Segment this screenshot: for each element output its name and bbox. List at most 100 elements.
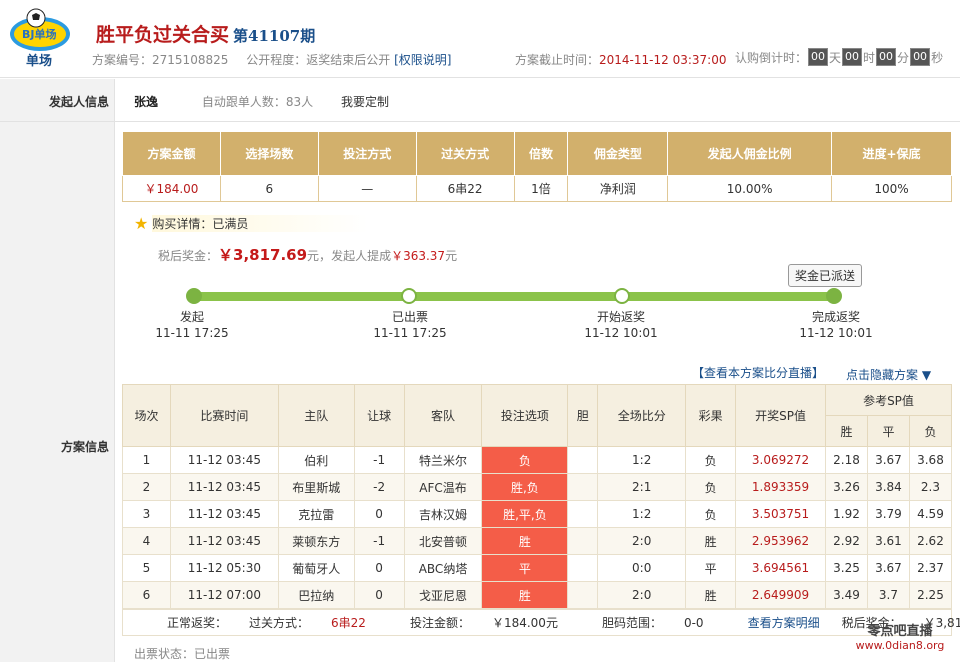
fat-value: 0-0 (683, 616, 704, 630)
banker (567, 473, 599, 501)
draw-sp: 2.953962 (735, 527, 826, 555)
progress-step-dot (614, 288, 630, 304)
commission-unit: 元 (445, 249, 458, 263)
match-no: 2 (122, 473, 171, 501)
full-score: 2:0 (597, 581, 687, 609)
summary-header: 进度+保底 (831, 131, 952, 176)
live-score-link[interactable]: 【查看本方案比分直播】 (692, 364, 824, 381)
result: 负 (685, 446, 737, 474)
plan-detail-link[interactable]: 查看方案明细 (748, 614, 820, 631)
match-no: 4 (122, 527, 171, 555)
buy-detail: ★ 购买详情：已满员 (134, 214, 369, 233)
prize-amount: ￥3,817.69 (218, 246, 308, 264)
ref-sp-lose: 2.3 (908, 473, 953, 501)
handicap: 0 (353, 581, 405, 609)
permission-link[interactable]: [权限说明] (394, 53, 451, 67)
custom-link[interactable]: 我要定制 (341, 95, 389, 109)
full-score: 2:1 (597, 473, 687, 501)
after-tax-prize: 税后奖金：￥3,817.69元，发起人提成￥363.37元 (158, 244, 457, 265)
table-row: 1 11-12 03:45 伯利 -1 特兰米尔负 1:2 负 3.069272 2.18 3.6… (122, 446, 953, 474)
countdown-hours: 00 (842, 48, 863, 66)
ref-sp-lose: 2.25 (908, 581, 953, 609)
public-value: 返奖结束后公开 (306, 53, 391, 67)
table-row: 3 11-12 03:45 克拉雷 0 吉林汉姆 胜,平,负 1:2 负 3.503751 1.9… (122, 500, 953, 528)
match-time: 11-12 03:45 (169, 500, 279, 528)
pass-method: 6串22 (415, 175, 515, 202)
fat-info: 胆码范围： 0-0 (602, 614, 726, 631)
detail-footer: 正常返奖： 过关方式： 6串22 投注金额： ￥184.00元 胆码范围： 0-0 查… (122, 609, 960, 636)
col-header: 比赛时间 (169, 384, 279, 447)
issue-number: 第41107期 (233, 27, 316, 45)
ref-sp-win: 1.92 (825, 500, 868, 528)
countdown-unit: 天 (829, 50, 842, 65)
home-team: 布里斯城 (277, 473, 355, 501)
ref-sp-win: 2.18 (825, 446, 868, 474)
step-time: 11-12 10:01 (584, 326, 658, 340)
result: 平 (685, 554, 737, 582)
bet-pick: 胜 (481, 581, 569, 609)
plan-no: 2715108825 (152, 53, 229, 67)
deadline-label: 方案截止时间： (515, 53, 600, 67)
match-count: 6 (219, 175, 319, 202)
col-header: 参考SP值 (825, 384, 952, 416)
summary-header-row: 方案金额 选择场数 投注方式 过关方式 倍数 佣金类型 发起人佣金比例 进度+保… (122, 131, 952, 176)
banker (567, 581, 599, 609)
step-time: 11-12 10:01 (799, 326, 873, 340)
ref-sp-draw: 3.61 (866, 527, 910, 555)
table-row: 4 11-12 03:45 莱顿东方 -1 北安普顿胜 2:0 胜 2.953962 2.92 3… (122, 527, 953, 555)
away-team: 特兰米尔 (403, 446, 483, 474)
draw-sp: 3.694561 (735, 554, 826, 582)
ref-sp-draw: 3.79 (866, 500, 910, 528)
draw-sp: 1.893359 (735, 473, 826, 501)
pass-value: 6串22 (331, 616, 366, 630)
match-time: 11-12 05:30 (169, 554, 279, 582)
countdown-unit: 秒 (931, 50, 944, 65)
buy-status: 已满员 (212, 217, 249, 231)
handicap: 0 (353, 554, 405, 582)
bet-value: ￥184.00元 (491, 616, 558, 630)
bet-pick: 胜,平,负 (481, 500, 569, 528)
match-time: 11-12 03:45 (169, 527, 279, 555)
step-label: 完成返奖 (811, 310, 860, 324)
bet-pick: 平 (481, 554, 569, 582)
bet-pick: 胜,负 (481, 473, 569, 501)
home-team: 克拉雷 (277, 500, 355, 528)
match-time: 11-12 03:45 (169, 473, 279, 501)
hide-plan-link[interactable]: 点击隐藏方案 ▼ (846, 366, 931, 383)
handicap: -1 (353, 446, 405, 474)
bet-pick: 负 (481, 446, 569, 474)
countdown-unit: 时 (863, 50, 876, 65)
auto-follow-count: 自动跟单人数：83人 (201, 95, 314, 109)
buy-detail-text: 购买详情：已满员 (152, 215, 369, 232)
match-no: 1 (122, 446, 171, 474)
ref-sp-draw: 3.84 (866, 473, 910, 501)
match-time: 11-12 03:45 (169, 446, 279, 474)
away-team: 戈亚尼恩 (403, 581, 483, 609)
normal-return-label: 正常返奖： (167, 616, 228, 630)
countdown-seconds: 00 (910, 48, 931, 66)
match-detail-table: 场次 比赛时间 主队 让球 客队 投注选项 胆 全场比分 彩果 开奖SP值 参考… (122, 384, 953, 609)
bet-pick: 胜 (481, 527, 569, 555)
initiator-section-label: 发起人信息 (48, 95, 109, 109)
table-row: 6 11-12 07:00 巴拉纳 0 戈亚尼恩胜 2:0 胜 2.649909 3.49 3.7… (122, 581, 953, 609)
handicap: -1 (353, 527, 405, 555)
plan-meta: 方案编号：2715108825 公开程度：返奖结束后公开 [权限说明] (92, 51, 451, 68)
countdown-days: 00 (808, 48, 829, 66)
progress-step-start: 发起 11-11 17:25 (142, 309, 242, 341)
bet-method: — (317, 175, 417, 202)
commission-label: 发起人提成 (331, 249, 392, 263)
bet-label: 投注金额： (409, 616, 470, 630)
summary-header: 发起人佣金比例 (667, 131, 833, 176)
match-no: 5 (122, 554, 171, 582)
step-label: 已出票 (391, 310, 428, 324)
progress-step-dot (826, 288, 842, 304)
buy-label: 购买详情： (152, 217, 213, 231)
ref-sp-lose: 2.62 (908, 527, 953, 555)
progress-step-return-start: 开始返奖 11-12 10:01 (571, 309, 671, 341)
banker (567, 554, 599, 582)
summary-header: 佣金类型 (567, 131, 669, 176)
banker (567, 500, 599, 528)
star-icon: ★ (134, 214, 149, 233)
watermark-url: www.0dian8.org (855, 639, 945, 652)
initiator-name[interactable]: 张逸 (134, 95, 158, 109)
